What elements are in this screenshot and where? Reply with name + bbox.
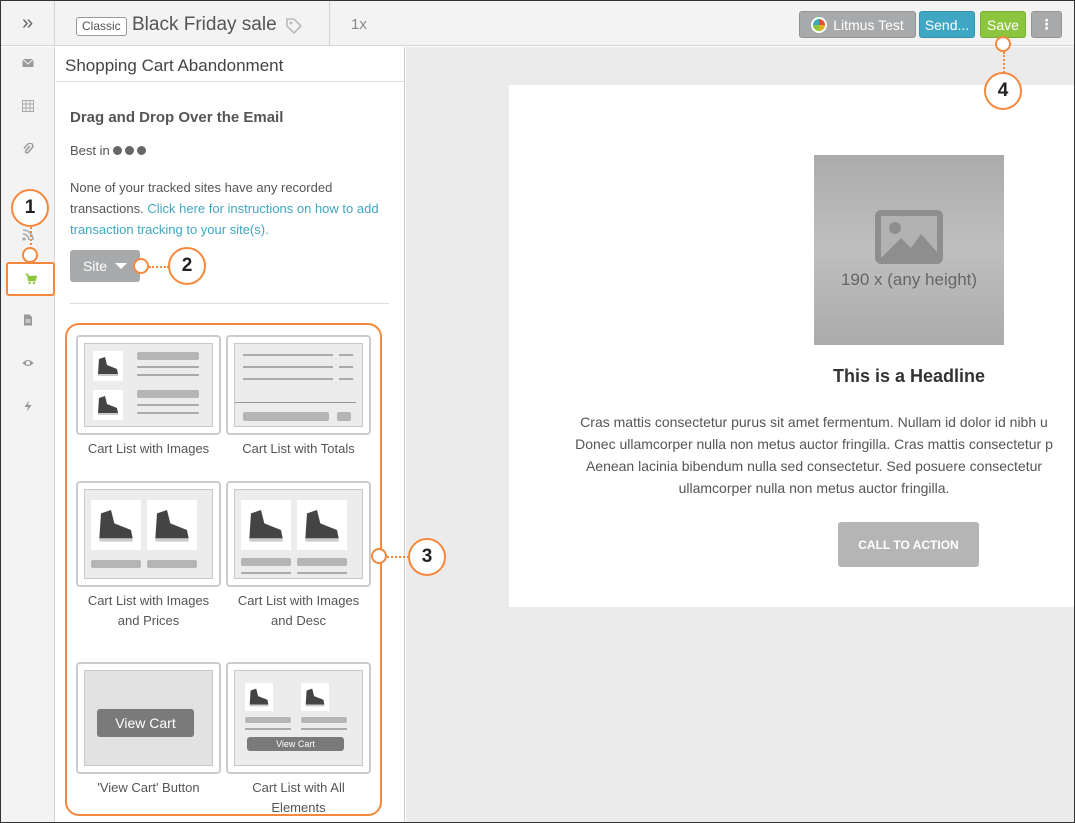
callout-connector	[30, 227, 32, 249]
callout-1: 1	[11, 189, 49, 227]
call-to-action-button[interactable]: CALL TO ACTION	[838, 522, 979, 567]
callout-anchor	[995, 36, 1011, 52]
block-label: Cart List with Images and Prices	[87, 593, 210, 628]
document-icon[interactable]	[1, 310, 55, 330]
block-cart-list-images-desc[interactable]: Cart List with Images and Desc	[226, 481, 371, 631]
litmus-logo-icon	[811, 16, 828, 33]
panel-divider	[70, 303, 389, 304]
best-in-row: Best in	[70, 143, 146, 158]
tag-icon[interactable]	[285, 17, 303, 35]
block-cart-list-totals[interactable]: Cart List with Totals	[226, 335, 371, 459]
chrome-icon	[112, 146, 122, 155]
shoe-icon	[91, 500, 141, 550]
callout-anchor	[371, 548, 387, 564]
double-chevron-icon: »	[21, 12, 34, 34]
block-label: Cart List with Totals	[242, 441, 355, 456]
image-placeholder[interactable]: 190 x (any height)	[814, 155, 1004, 345]
email-body-text[interactable]: Cras mattis consectetur purus sit amet f…	[559, 411, 1069, 499]
body-line: Donec ullamcorper nulla non metus auctor…	[575, 436, 1053, 452]
block-thumbnail	[76, 335, 221, 435]
cart-icon	[25, 273, 37, 285]
callout-3: 3	[408, 538, 446, 576]
litmus-test-button[interactable]: Litmus Test	[799, 11, 916, 38]
envelope-icon[interactable]	[1, 53, 55, 73]
eye-icon[interactable]	[1, 353, 55, 373]
grid-icon[interactable]	[1, 96, 55, 116]
body-line: ullamcorper nulla non metus auctor fring…	[678, 480, 950, 496]
site-dropdown[interactable]: Site	[70, 250, 140, 282]
view-cart-preview: View Cart	[247, 737, 344, 751]
callout-anchor	[133, 258, 149, 274]
best-in-label: Best in	[70, 143, 110, 158]
site-dropdown-label: Site	[82, 258, 108, 274]
block-cart-list-images[interactable]: Cart List with Images	[76, 335, 221, 459]
callout-connector	[387, 556, 409, 558]
rss-icon[interactable]	[1, 225, 55, 245]
save-button[interactable]: Save	[980, 11, 1026, 38]
cart-blocks-group: Cart List with Images Cart List with Tot…	[65, 323, 382, 816]
shoe-icon	[241, 500, 291, 550]
block-label: Cart List with Images	[87, 441, 210, 456]
block-cart-list-all[interactable]: View Cart Cart List with All Elements	[226, 662, 371, 818]
block-label: Cart List with Images and Desc	[237, 593, 360, 628]
bolt-icon[interactable]	[1, 396, 55, 416]
editor-mode-badge: Classic	[76, 17, 127, 36]
callout-4: 4	[984, 72, 1022, 110]
shoe-icon	[93, 390, 123, 420]
block-label: Cart List with All Elements	[252, 780, 345, 815]
block-thumbnail	[226, 481, 371, 587]
callout-connector	[149, 266, 169, 268]
body-line: Aenean lacinia bibendum nulla sed consec…	[585, 458, 1043, 474]
more-options-button[interactable]: ⋮	[1031, 11, 1062, 38]
callout-anchor	[22, 247, 38, 263]
body-line: Cras mattis consectetur purus sit amet f…	[580, 414, 1048, 430]
tool-rail	[1, 47, 55, 822]
caret-down-icon	[115, 263, 128, 269]
toolbar-divider	[329, 1, 330, 46]
block-view-cart-button[interactable]: View Cart 'View Cart' Button	[76, 662, 221, 798]
email-canvas: 190 x (any height) This is a Headline Cr…	[406, 47, 1074, 822]
campaign-title[interactable]: Black Friday sale	[132, 14, 277, 36]
callout-2: 2	[168, 247, 206, 285]
callout-connector	[1003, 52, 1005, 73]
safari-icon	[136, 146, 146, 155]
send-button[interactable]: Send...	[919, 11, 975, 38]
email-headline[interactable]: This is a Headline	[709, 366, 1074, 387]
block-thumbnail: View Cart	[76, 662, 221, 774]
email-body[interactable]: 190 x (any height) This is a Headline Cr…	[509, 85, 1074, 607]
panel-title: Shopping Cart Abandonment	[56, 47, 404, 82]
expand-sidebar-button[interactable]: »	[1, 1, 55, 46]
image-placeholder-text: 190 x (any height)	[840, 270, 978, 289]
panel-heading: Drag and Drop Over the Email	[70, 109, 284, 126]
paperclip-icon[interactable]	[1, 139, 55, 159]
firefox-icon	[124, 146, 134, 155]
zoom-level[interactable]: 1x	[351, 16, 367, 33]
view-cart-preview: View Cart	[97, 709, 194, 737]
shoe-icon	[147, 500, 197, 550]
image-icon	[875, 210, 943, 264]
shoe-icon	[93, 351, 123, 381]
shoe-icon	[301, 683, 329, 711]
block-label: 'View Cart' Button	[97, 780, 200, 795]
block-cart-list-images-prices[interactable]: Cart List with Images and Prices	[76, 481, 221, 631]
shoe-icon	[297, 500, 347, 550]
tracking-note: None of your tracked sites have any reco…	[70, 177, 390, 240]
top-bar: » Classic Black Friday sale 1x Litmus Te…	[1, 1, 1074, 46]
litmus-test-label: Litmus Test	[833, 16, 904, 33]
block-thumbnail	[76, 481, 221, 587]
block-thumbnail: View Cart	[226, 662, 371, 774]
shoe-icon	[245, 683, 273, 711]
cart-tool-button[interactable]	[6, 262, 55, 296]
vertical-dots-icon: ⋮	[1039, 16, 1054, 32]
block-thumbnail	[226, 335, 371, 435]
blocks-panel: Shopping Cart Abandonment Drag and Drop …	[56, 47, 405, 822]
